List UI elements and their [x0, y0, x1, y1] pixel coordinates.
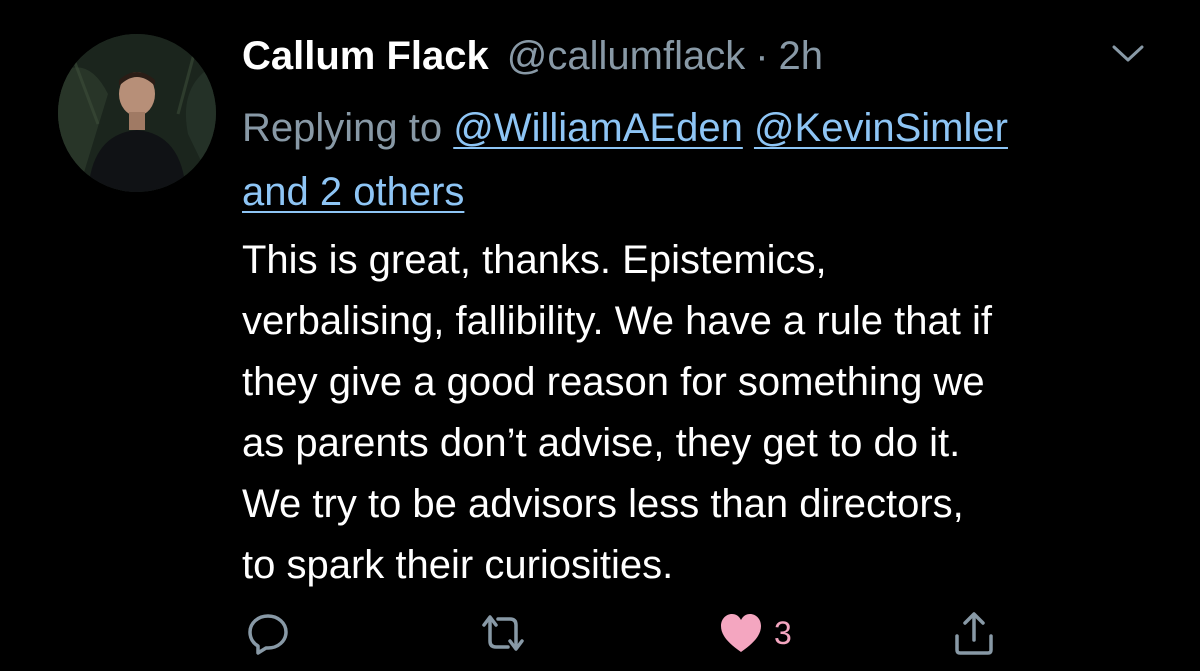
tweet-timestamp[interactable]: 2h: [779, 30, 824, 82]
chevron-down-icon[interactable]: [1110, 42, 1146, 66]
replying-to: Replying to @WilliamAEden @KevinSimler a…: [242, 96, 1142, 224]
retweet-button[interactable]: [478, 610, 528, 656]
mention-link[interactable]: @WilliamAEden: [453, 106, 743, 150]
like-button[interactable]: 3: [718, 610, 792, 656]
heart-icon: [721, 614, 761, 652]
share-button[interactable]: [952, 610, 996, 656]
replying-to-label: Replying to: [242, 106, 443, 150]
others-link[interactable]: and 2 others: [242, 170, 464, 214]
tweet-text-line: they give a good reason for something we: [242, 360, 985, 404]
reply-button[interactable]: [246, 610, 290, 656]
reply-icon: [248, 614, 288, 655]
tweet-text: This is great, thanks. Epistemics, verba…: [242, 230, 1162, 596]
tweet-text-line: as parents don’t advise, they get to do …: [242, 421, 961, 465]
author-handle[interactable]: @callumflack: [507, 30, 745, 82]
tweet: Callum Flack @callumflack · 2h Replying …: [0, 0, 1200, 671]
avatar-photo: [58, 34, 216, 192]
like-count: 3: [774, 614, 792, 651]
retweet-icon: [482, 615, 524, 651]
tweet-header: Callum Flack @callumflack · 2h: [242, 30, 823, 82]
avatar[interactable]: [58, 34, 216, 192]
share-icon: [955, 612, 993, 655]
mention-link[interactable]: @KevinSimler: [754, 106, 1008, 150]
tweet-text-line: verbalising, fallibility. We have a rule…: [242, 299, 992, 343]
tweet-text-line: This is great, thanks. Epistemics,: [242, 238, 827, 282]
author-display-name[interactable]: Callum Flack: [242, 30, 489, 82]
tweet-actions: 3: [0, 610, 1200, 660]
header-separator: ·: [755, 34, 769, 78]
tweet-text-line: We try to be advisors less than director…: [242, 482, 964, 526]
tweet-text-line: to spark their curiosities.: [242, 543, 674, 587]
